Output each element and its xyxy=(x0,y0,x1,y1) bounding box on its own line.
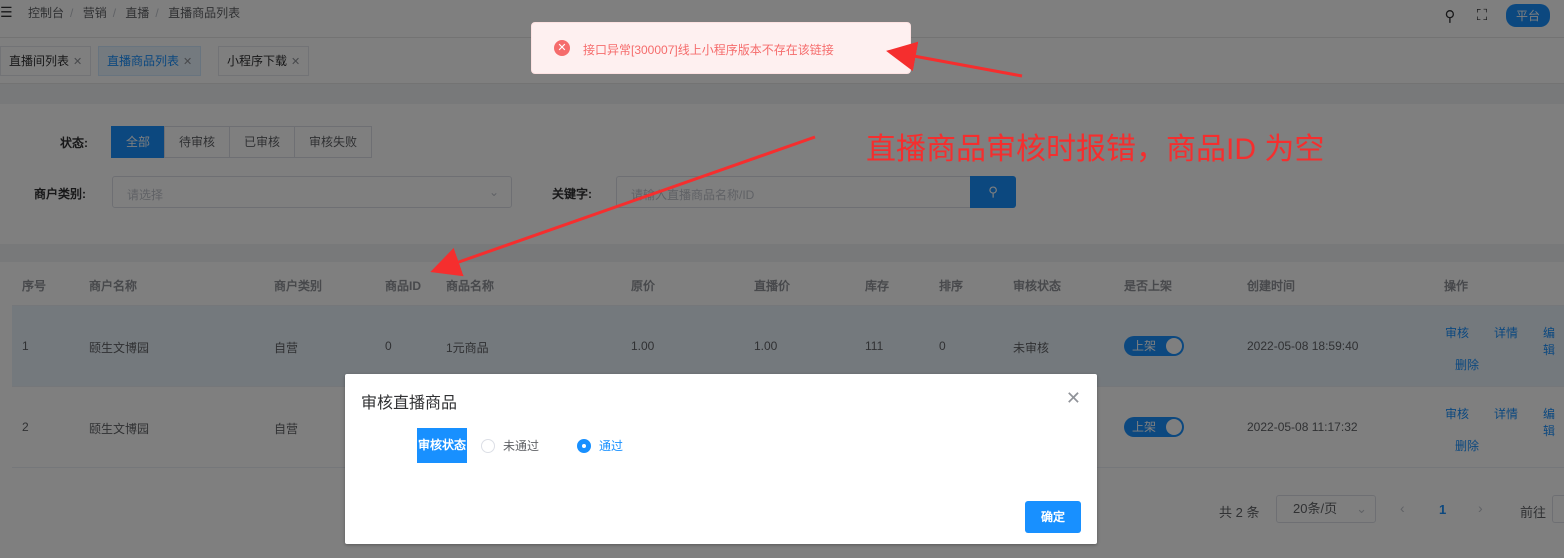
annotation-text: 直播商品审核时报错，商品ID 为空 xyxy=(866,133,1325,166)
arrow-to-product-id xyxy=(430,135,816,277)
arrow-to-toast xyxy=(886,41,1023,78)
annotation-arrows xyxy=(430,41,1023,277)
